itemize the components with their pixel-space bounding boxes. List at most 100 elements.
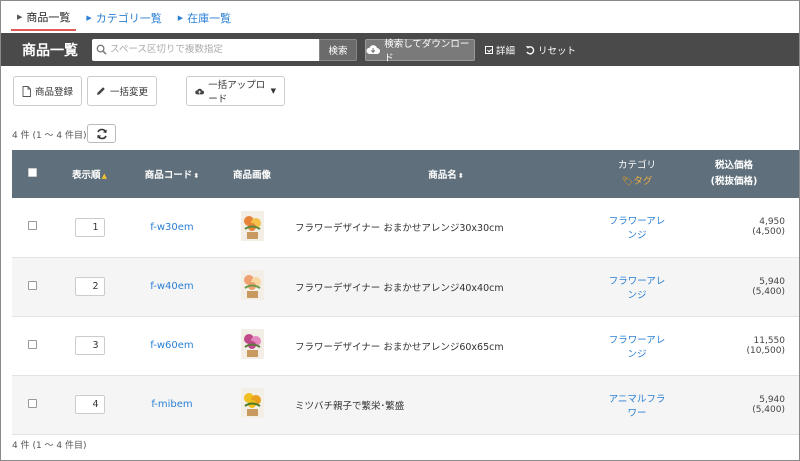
product-code-link[interactable]: f-w30em (150, 222, 193, 233)
refresh-icon (96, 128, 107, 139)
order-cell: 2 (52, 257, 127, 316)
bulk-edit-label: 一括変更 (110, 87, 149, 98)
header-category: カテゴリ 🏷タグ (605, 150, 669, 198)
row-checkbox[interactable] (27, 398, 37, 408)
pencil-icon (97, 87, 105, 95)
cloud-upload-icon (195, 88, 205, 94)
search-input[interactable] (110, 44, 310, 55)
header-price-label: 税込価格 (714, 160, 753, 171)
row-checkbox[interactable] (27, 221, 37, 231)
product-thumbnail[interactable] (240, 270, 264, 300)
price-excl-tax: (5,400) (752, 286, 785, 297)
header-price: 税込価格 (税抜価格) (669, 150, 799, 198)
bulk-upload-dropdown[interactable]: 一括アップロード ▼ (186, 76, 286, 106)
document-icon (22, 85, 31, 97)
header-image-label: 商品画像 (232, 170, 271, 181)
search-download-button[interactable]: 検索してダウンロード (365, 38, 475, 64)
row-checkbox[interactable] (27, 280, 37, 290)
tab-product-list[interactable]: ▶ 商品一覧 (11, 5, 77, 31)
category-link[interactable]: フラワーアレンジ (609, 216, 666, 241)
image-cell (217, 316, 287, 375)
tab-bar: ▶ 商品一覧 ▶ カテゴリ一覧 ▶ 在庫一覧 (1, 1, 799, 31)
header-price-sub-label: (税抜価格) (710, 176, 758, 187)
category-link[interactable]: フラワーアレンジ (609, 276, 666, 301)
price-incl-tax: 11,550 (753, 335, 786, 346)
header-name-label: 商品名 (428, 170, 457, 181)
select-cell (12, 198, 52, 257)
category-cell: フラワーアレンジ (605, 198, 669, 257)
category-link[interactable]: アニマルフラワー (609, 394, 666, 419)
category-cell: フラワーアレンジ (605, 316, 669, 375)
code-cell: f-w60em (127, 316, 217, 375)
select-cell (12, 375, 52, 434)
search-button[interactable]: 検索 (319, 38, 357, 61)
price-incl-tax: 4,950 (759, 217, 785, 228)
product-code-link[interactable]: f-w60em (150, 340, 193, 351)
code-cell: f-mibem (127, 375, 217, 434)
order-input[interactable]: 4 (74, 395, 105, 414)
name-cell: フラワーデザイナー おまかせアレンジ60x65cm (287, 316, 605, 375)
price-excl-tax: (4,500) (752, 227, 785, 238)
register-product-button[interactable]: 商品登録 (13, 76, 83, 106)
caret-right-icon: ▶ (177, 14, 184, 22)
order-input[interactable]: 2 (74, 277, 105, 296)
detail-label: 詳細 (496, 45, 516, 57)
code-cell: f-w40em (127, 257, 217, 316)
product-name: フラワーデザイナー おまかせアレンジ60x65cm (295, 341, 504, 353)
header-tag-label: タグ (633, 176, 653, 187)
category-cell: アニマルフラワー (605, 375, 669, 434)
table-row: 2 f-w40em フラワーデザイナー おまかせアレンジ40x40cm フラワー… (12, 257, 799, 316)
download-label: 検索してダウンロード (384, 38, 470, 64)
tab-label: カテゴリ一覧 (95, 12, 162, 25)
bulk-upload-label: 一括アップロード (208, 80, 266, 105)
header-order-label: 表示順 (72, 170, 101, 181)
search-icon (96, 44, 107, 55)
header-code[interactable]: 商品コード⬍ (127, 150, 217, 198)
product-code-link[interactable]: f-mibem (151, 399, 192, 410)
top-bar: 商品一覧 検索 検索してダウンロード 詳細 リセット (1, 33, 799, 66)
price-cell: 5,940 (5,400) (669, 375, 799, 434)
sort-icon: ⬍ (457, 172, 464, 180)
select-all-checkbox[interactable] (27, 168, 37, 177)
reset-link[interactable]: リセット (525, 43, 576, 57)
select-cell (12, 316, 52, 375)
category-link[interactable]: フラワーアレンジ (609, 335, 666, 360)
reset-label: リセット (538, 45, 577, 57)
checkbox-square-icon (485, 45, 493, 54)
product-name: ミツバチ親子で繁栄･繁盛 (295, 400, 405, 412)
bulk-edit-button[interactable]: 一括変更 (87, 76, 158, 106)
tab-label: 商品一覧 (26, 11, 71, 24)
price-cell: 5,940 (5,400) (669, 257, 799, 316)
tab-category-list[interactable]: ▶ カテゴリ一覧 (80, 5, 167, 31)
product-thumbnail[interactable] (240, 388, 264, 418)
category-cell: フラワーアレンジ (605, 257, 669, 316)
price-cell: 4,950 (4,500) (669, 198, 799, 257)
product-code-link[interactable]: f-w40em (150, 281, 193, 292)
order-cell: 3 (52, 316, 127, 375)
result-count-bottom: 4 件 (1 ～ 4 件目) (12, 441, 87, 451)
product-table: 表示順▲ 商品コード⬍ 商品画像 商品名⬍ カテゴリ 🏷タグ 税込価格 (税抜価… (12, 150, 799, 435)
order-input[interactable]: 3 (74, 336, 105, 355)
product-thumbnail[interactable] (240, 210, 264, 241)
table-row: 4 f-mibem ミツバチ親子で繁栄･繁盛 アニマルフラワー 5,940 (5… (12, 375, 799, 434)
page-title: 商品一覧 (22, 42, 78, 59)
header-select-all[interactable] (12, 150, 52, 198)
register-label: 商品登録 (35, 87, 74, 98)
product-name: フラワーデザイナー おまかせアレンジ40x40cm (295, 282, 504, 294)
detail-link[interactable]: 詳細 (485, 43, 515, 57)
product-thumbnail[interactable] (240, 329, 264, 359)
image-cell (217, 375, 287, 434)
table-row: 1 f-w30em フラワーデザイナー おまかせアレンジ30x30cm フラワー… (12, 198, 799, 257)
order-input[interactable]: 1 (74, 217, 105, 237)
undo-icon (525, 45, 535, 54)
table-header-row: 表示順▲ 商品コード⬍ 商品画像 商品名⬍ カテゴリ 🏷タグ 税込価格 (税抜価… (12, 150, 799, 198)
tab-stock-list[interactable]: ▶ 在庫一覧 (172, 5, 237, 31)
action-toolbar: 商品登録 一括変更 一括アップロード ▼ (13, 76, 286, 106)
refresh-button[interactable] (87, 124, 116, 143)
row-checkbox[interactable] (27, 339, 37, 349)
name-cell: フラワーデザイナー おまかせアレンジ40x40cm (287, 257, 605, 316)
header-name[interactable]: 商品名⬍ (287, 150, 605, 198)
header-order[interactable]: 表示順▲ (52, 150, 127, 198)
sort-icon: ⬍ (193, 172, 200, 180)
header-category-label: カテゴリ (617, 160, 656, 171)
